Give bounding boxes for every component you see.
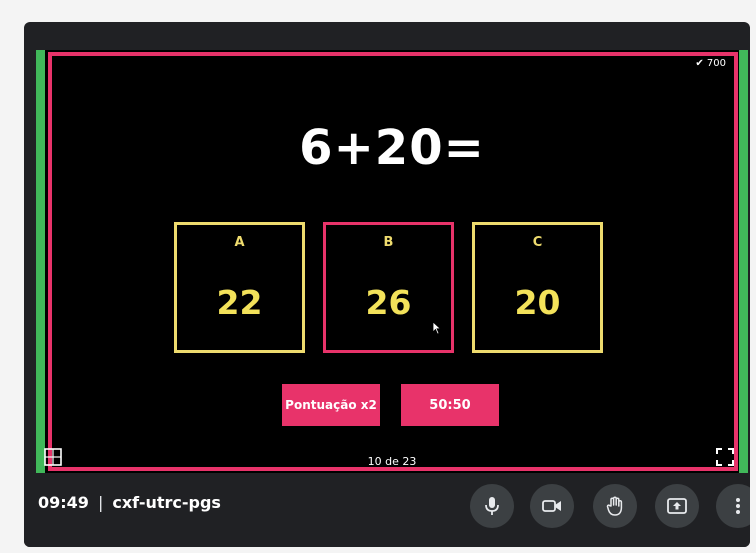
fullscreen-icon[interactable] (716, 448, 734, 466)
fifty-fifty-button[interactable]: 50:50 (401, 384, 499, 426)
present-icon (667, 498, 687, 514)
answer-option-c[interactable]: C 20 (472, 222, 603, 353)
present-screen-button[interactable] (655, 484, 699, 528)
answer-letter: C (532, 235, 543, 250)
presentation-stage: ✔ 700 6+20= A 22 B 26 C 20 Pontuação x2 … (36, 50, 748, 473)
raise-hand-button[interactable] (593, 484, 637, 528)
answer-option-b[interactable]: B 26 (323, 222, 454, 353)
question-progress: 10 de 23 (367, 455, 417, 468)
mouse-cursor-icon (432, 321, 442, 335)
meeting-toolbar: 09:49 | cxf-utrc-pgs (24, 473, 750, 547)
camera-button[interactable] (530, 484, 574, 528)
hand-icon (606, 496, 623, 516)
more-options-button[interactable] (716, 484, 750, 528)
speaking-indicator-left (36, 50, 45, 473)
answer-value: 22 (216, 283, 263, 322)
microphone-button[interactable] (470, 484, 514, 528)
answer-option-a[interactable]: A 22 (174, 222, 305, 353)
speaking-indicator-right (739, 50, 748, 473)
answer-value: 26 (365, 283, 412, 322)
meeting-time: 09:49 (38, 493, 89, 512)
camera-icon (542, 500, 561, 512)
more-vertical-icon (736, 498, 740, 514)
meet-window: ✔ 700 6+20= A 22 B 26 C 20 Pontuação x2 … (24, 22, 750, 547)
meeting-code: cxf-utrc-pgs (112, 493, 221, 512)
score-indicator: ✔ 700 (695, 58, 726, 69)
answer-letter: B (383, 235, 394, 250)
answer-letter: A (234, 235, 245, 250)
microphone-icon (485, 497, 499, 515)
grid-icon[interactable] (44, 448, 62, 466)
meeting-info: 09:49 | cxf-utrc-pgs (38, 493, 221, 512)
double-points-button[interactable]: Pontuação x2 (282, 384, 380, 426)
answer-value: 20 (514, 283, 561, 322)
question-text: 6+20= (299, 120, 485, 176)
meeting-info-separator: | (97, 493, 104, 512)
